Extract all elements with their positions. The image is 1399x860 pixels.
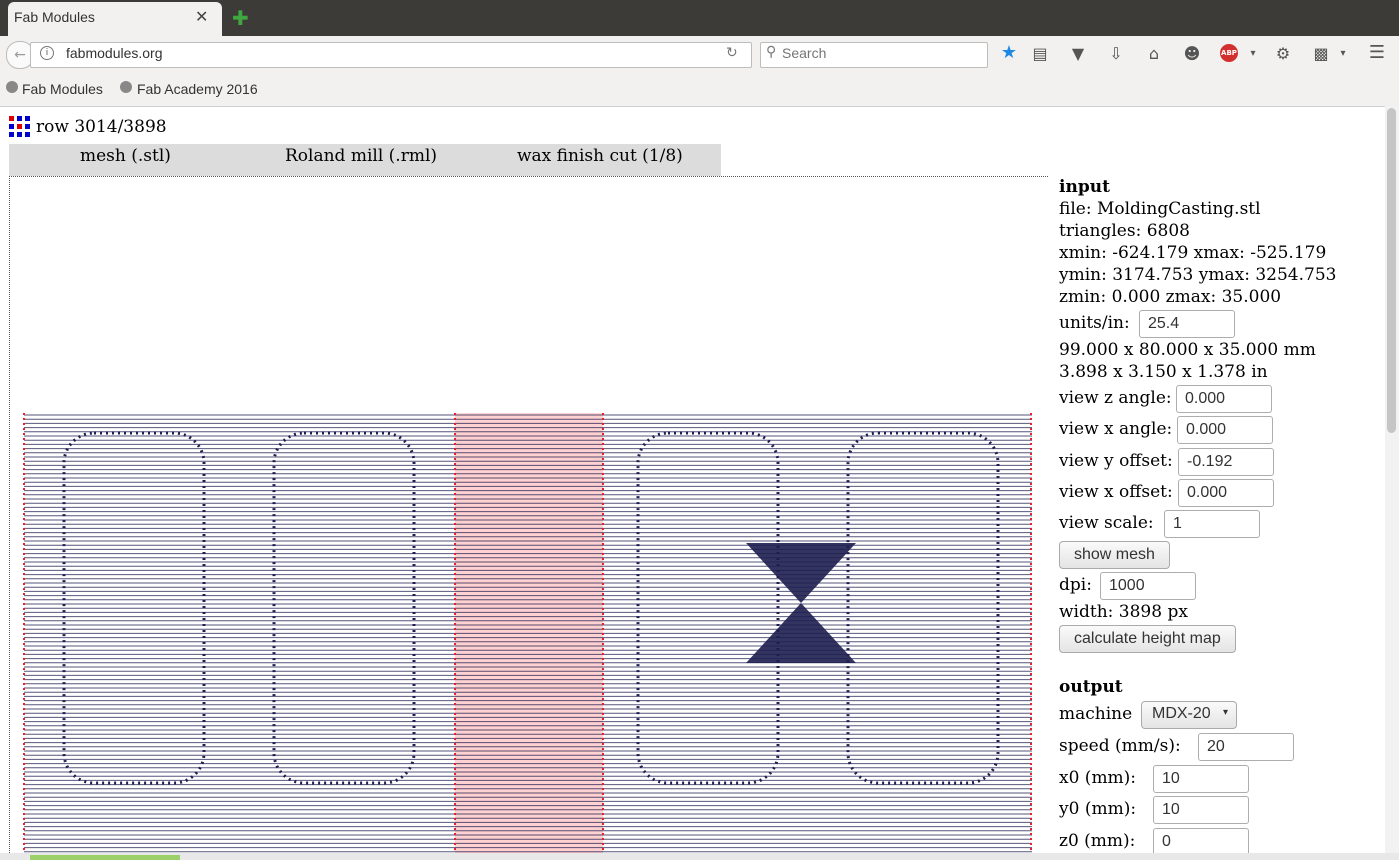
horizontal-scrollbar[interactable] (0, 853, 1399, 860)
machine-value: MDX-20 (1152, 705, 1211, 722)
home-icon[interactable]: ⌂ (1143, 44, 1165, 63)
units-input[interactable] (1139, 310, 1235, 338)
clipboard-icon[interactable]: ▩ (1310, 44, 1332, 63)
toolpath-preview (23, 413, 1032, 853)
globe-icon (120, 81, 132, 93)
horizontal-scrollbar-thumb[interactable] (30, 855, 180, 860)
speed-label: speed (mm/s): (1059, 736, 1181, 756)
breadcrumb-wax-finish-cut[interactable]: wax finish cut (1/8) (517, 146, 683, 166)
info-icon[interactable]: i (40, 46, 54, 60)
bookmark-fab-modules[interactable]: Fab Modules (22, 81, 103, 97)
hamburger-menu-icon[interactable]: ☰ (1366, 42, 1388, 63)
search-input[interactable] (782, 45, 972, 61)
adblock-icon[interactable]: ABP (1220, 44, 1238, 62)
dropdown-icon[interactable]: ▾ (1332, 48, 1354, 59)
adblock-dropdown-icon[interactable]: ▾ (1242, 48, 1264, 59)
width-px: width: 3898 px (1059, 602, 1188, 622)
size-in: 3.898 x 3.150 x 1.378 in (1059, 362, 1268, 382)
view-y-offset-input[interactable] (1178, 448, 1274, 476)
view-z-input[interactable] (1176, 385, 1272, 413)
scrollbar-thumb[interactable] (1387, 108, 1396, 433)
bowtie-feature (746, 543, 856, 663)
emoji-icon[interactable]: ☻ (1181, 44, 1203, 63)
calculate-height-map-button[interactable]: calculate height map (1059, 625, 1236, 653)
fab-logo-icon (9, 116, 31, 138)
url-text[interactable]: fabmodules.org (66, 45, 163, 61)
speed-input[interactable] (1198, 733, 1294, 761)
close-tab-icon[interactable]: ✕ (195, 7, 208, 26)
y0-input[interactable] (1153, 796, 1249, 824)
breadcrumb-roland-mill[interactable]: Roland mill (.rml) (285, 146, 437, 166)
x0-input[interactable] (1153, 765, 1249, 793)
star-icon[interactable]: ★ (998, 42, 1020, 63)
y-range: ymin: 3174.753 ymax: 3254.753 (1059, 265, 1337, 285)
file-name: file: MoldingCasting.stl (1059, 199, 1261, 219)
z-range: zmin: 0.000 zmax: 35.000 (1059, 287, 1282, 307)
z0-input[interactable] (1153, 828, 1249, 856)
search-icon: ⚲ (766, 44, 777, 60)
view-z-label: view z angle: (1059, 388, 1172, 408)
size-mm: 99.000 x 80.000 x 35.000 mm (1059, 340, 1316, 360)
reload-icon[interactable]: ↻ (726, 45, 738, 61)
y0-label: y0 (mm): (1059, 799, 1137, 819)
view-x-offset-input[interactable] (1178, 479, 1274, 507)
x-range: xmin: -624.179 xmax: -525.179 (1059, 243, 1327, 263)
download-icon[interactable]: ⇩ (1105, 44, 1127, 63)
row-status: row 3014/3898 (36, 117, 167, 137)
view-scale-label: view scale: (1059, 513, 1154, 533)
triangle-count: triangles: 6808 (1059, 221, 1190, 241)
view-y-offset-label: view y offset: (1059, 451, 1173, 471)
units-label: units/in: (1059, 313, 1130, 333)
dpi-label: dpi: (1059, 575, 1092, 595)
extension-icon[interactable]: ⚙ (1272, 44, 1294, 63)
input-heading: input (1059, 177, 1110, 197)
machine-label: machine (1059, 704, 1133, 724)
view-x-input[interactable] (1177, 416, 1273, 444)
pocket-icon[interactable]: ▼ (1067, 44, 1089, 63)
z0-label: z0 (mm): (1059, 831, 1136, 851)
output-heading: output (1059, 677, 1123, 697)
bookmark-fab-academy[interactable]: Fab Academy 2016 (137, 81, 258, 97)
new-tab-icon[interactable]: ✚ (232, 6, 249, 30)
reading-list-icon[interactable]: ▤ (1029, 44, 1051, 63)
globe-icon (6, 81, 18, 93)
view-scale-input[interactable] (1164, 510, 1260, 538)
show-mesh-button[interactable]: show mesh (1059, 541, 1170, 569)
x0-label: x0 (mm): (1059, 768, 1137, 788)
tab-label: Fab Modules (14, 9, 95, 25)
machine-select[interactable]: MDX-20 ▾ (1141, 701, 1237, 729)
dpi-input[interactable] (1100, 572, 1196, 600)
chevron-down-icon: ▾ (1222, 707, 1228, 718)
view-x-label: view x angle: (1059, 419, 1173, 439)
breadcrumb-mesh[interactable]: mesh (.stl) (80, 146, 171, 166)
view-x-offset-label: view x offset: (1059, 482, 1173, 502)
